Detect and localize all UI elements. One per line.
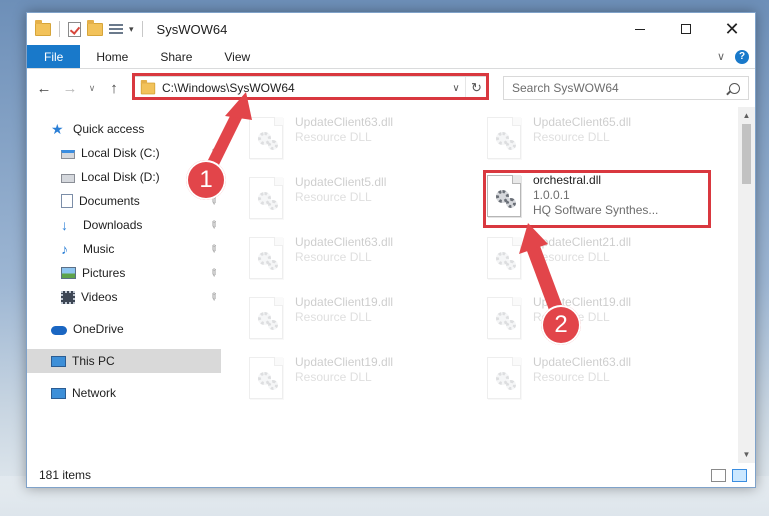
- step-1-badge: 1: [186, 160, 226, 200]
- annotation-arrows: [205, 92, 565, 318]
- step-2-badge: 2: [541, 305, 581, 345]
- arrow-1-head: [225, 92, 252, 120]
